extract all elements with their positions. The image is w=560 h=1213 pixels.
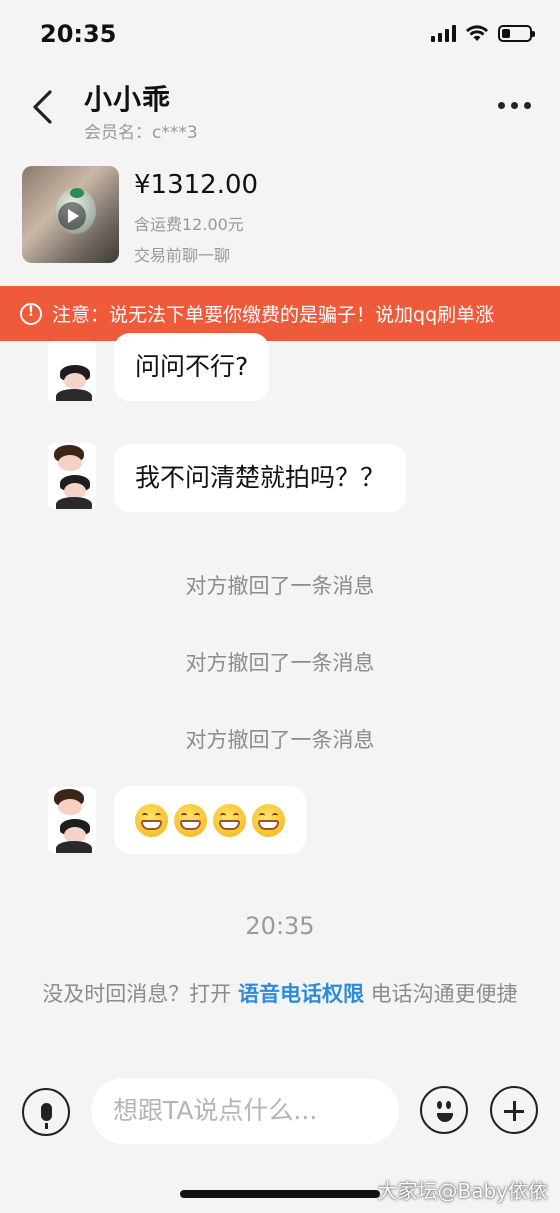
warning-label: 注意：: [52, 304, 110, 326]
message-bubble[interactable]: 我不问清楚就拍吗？？: [114, 444, 407, 512]
avatar[interactable]: [48, 443, 96, 509]
voice-input-button[interactable]: [22, 1088, 70, 1136]
battery-icon: [498, 24, 535, 42]
contact-name: 小小乖: [84, 83, 172, 116]
back-arrow-icon: [33, 90, 52, 124]
warning-text: 说无法下单要你缴费的是骗子！说加qq刷单涨: [109, 304, 495, 326]
warning-banner: 注意： 说无法下单要你缴费的是骗子！说加qq刷单涨: [0, 286, 560, 341]
product-price: ¥1312.00: [134, 170, 259, 200]
avatar[interactable]: [48, 341, 96, 401]
member-name: c***3: [152, 123, 198, 143]
member-label: 会员名：: [84, 123, 152, 143]
system-message: 对方撤回了一条消息: [185, 574, 375, 598]
warning-icon: [20, 302, 42, 325]
shipping-fee: 含运费12.00元: [134, 215, 244, 234]
avatar[interactable]: [48, 787, 96, 853]
notice-text-after: 电话沟通更便捷: [364, 982, 518, 1006]
chat-timestamp: 20:35: [245, 912, 315, 940]
voice-permission-link[interactable]: 语音电话权限: [238, 982, 364, 1006]
more-dots-icon: [497, 101, 505, 109]
add-more-button[interactable]: [490, 1086, 538, 1134]
emoji-button[interactable]: [420, 1086, 468, 1134]
back-button[interactable]: [22, 86, 62, 128]
chat-hint: 交易前聊一聊: [134, 246, 231, 265]
message-input[interactable]: 想跟TA说点什么...: [91, 1078, 399, 1144]
emoji-message-bubble[interactable]: [114, 786, 306, 854]
system-message: 对方撤回了一条消息: [185, 728, 375, 752]
play-icon[interactable]: [58, 202, 86, 230]
message-bubble[interactable]: 问问不行?: [114, 333, 270, 401]
voice-call-notice: 没及时回消息？打开 语音电话权限 电话沟通更便捷: [22, 978, 538, 1010]
signal-icon: [431, 24, 456, 42]
watermark: 大家坛@Baby依依: [377, 1179, 548, 1203]
grin-emoji-icon: [174, 803, 207, 837]
notice-text-before: 没及时回消息？打开: [42, 982, 238, 1006]
home-indicator[interactable]: [180, 1190, 380, 1198]
status-time: 20:35: [40, 20, 117, 48]
grin-emoji-icon: [213, 803, 246, 837]
more-button[interactable]: [494, 94, 534, 116]
system-message: 对方撤回了一条消息: [185, 651, 375, 675]
microphone-icon: [40, 1103, 52, 1129]
wifi-icon: [466, 24, 488, 41]
grin-emoji-icon: [135, 803, 168, 837]
product-thumbnail[interactable]: [22, 166, 119, 263]
status-icons: [431, 24, 535, 42]
grin-emoji-icon: [252, 803, 285, 837]
member-info: 会员名：c***3: [84, 118, 198, 143]
